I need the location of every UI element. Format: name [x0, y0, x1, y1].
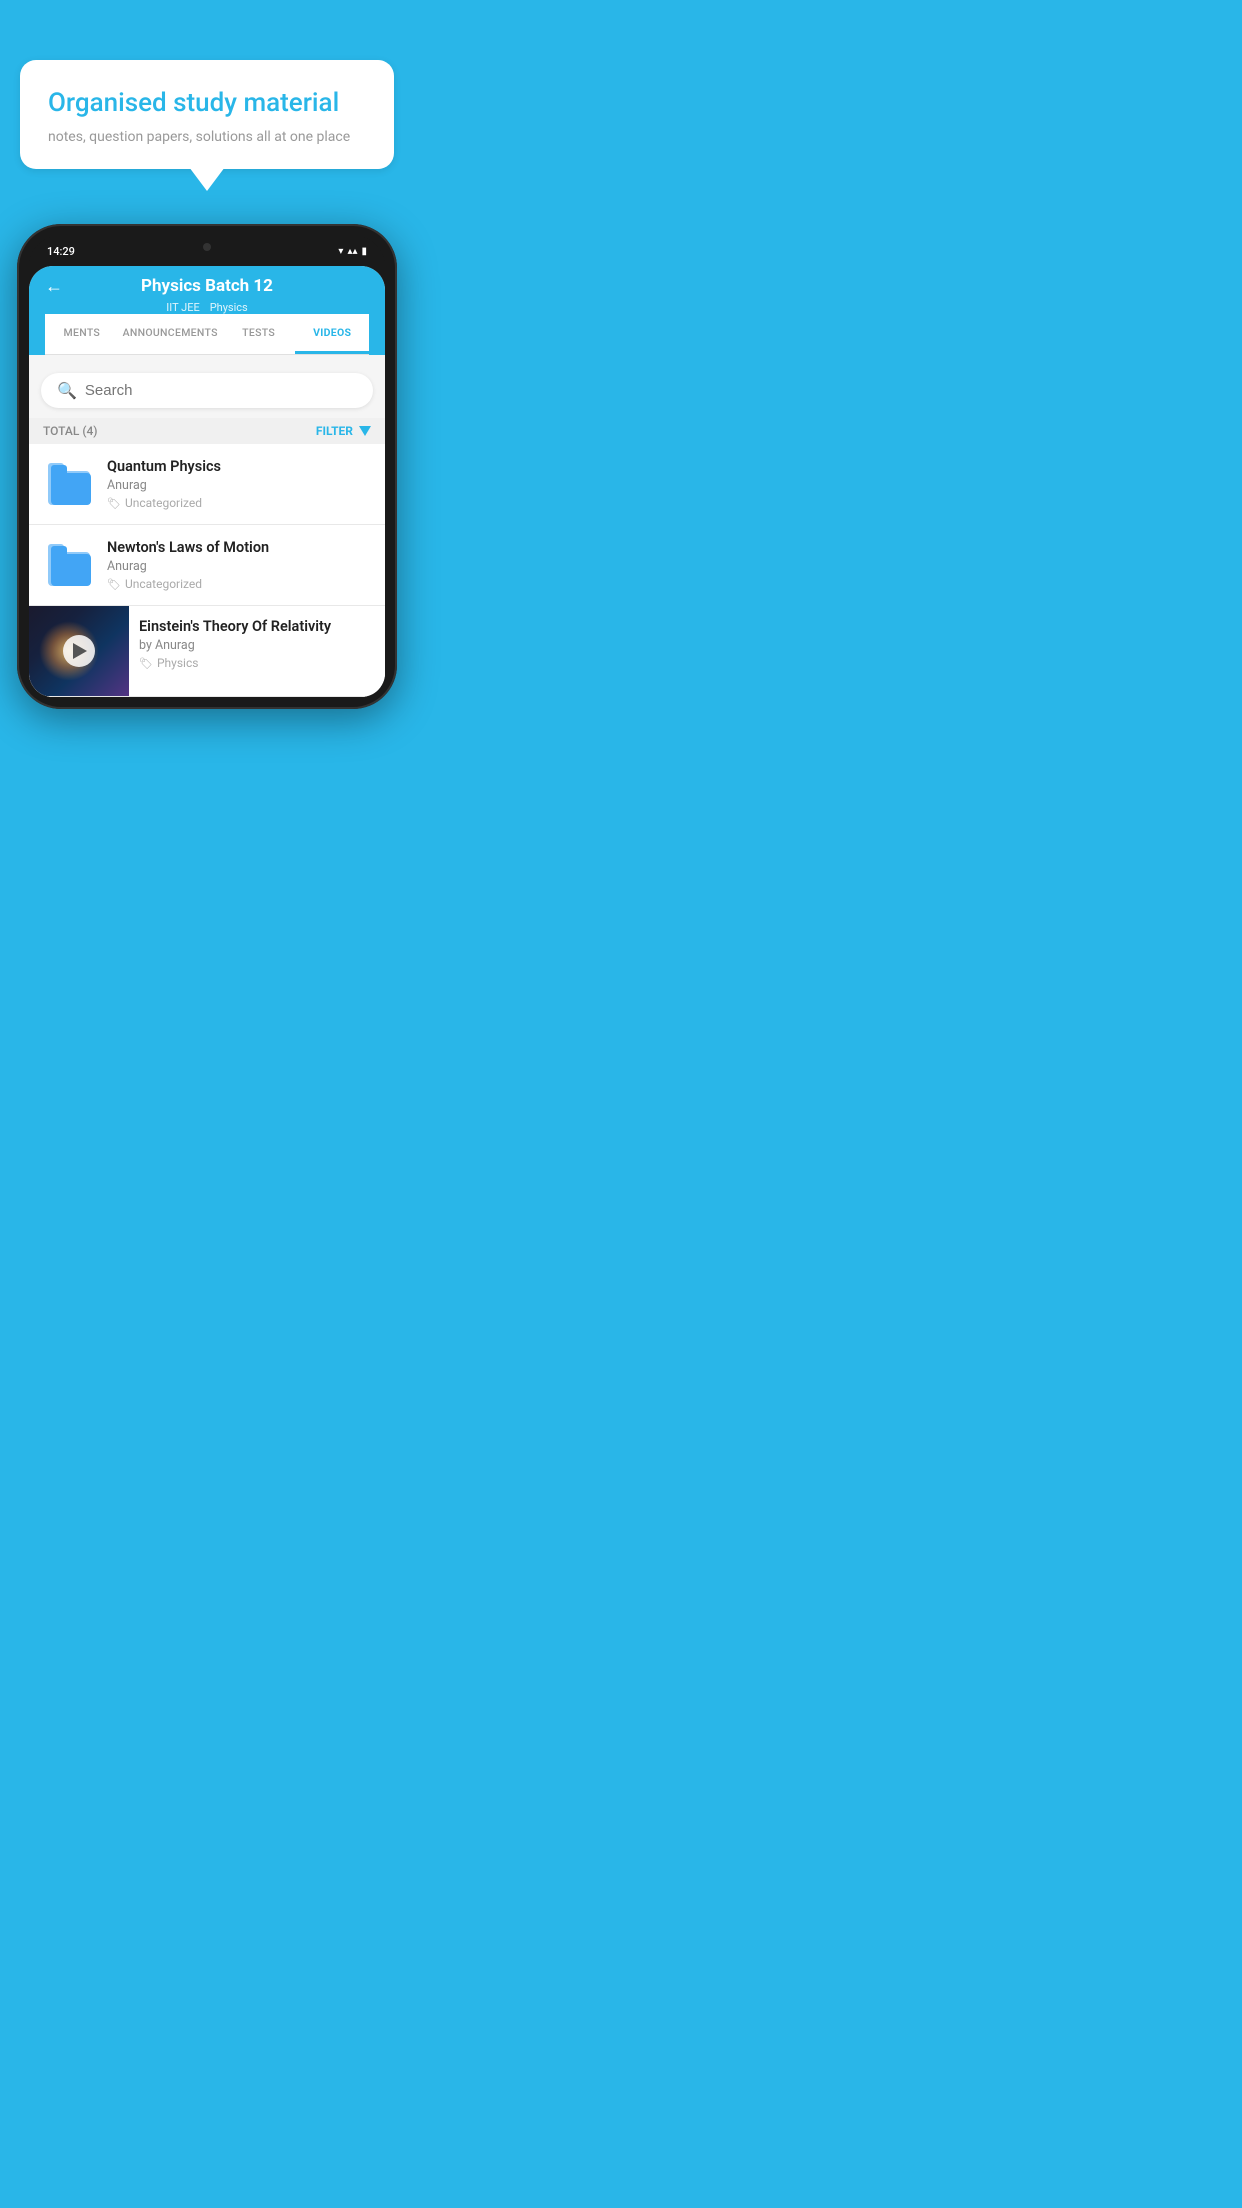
filter-row: TOTAL (4) FILTER — [29, 418, 385, 444]
tag-text: Uncategorized — [125, 577, 202, 591]
folder-icon-container — [43, 458, 95, 510]
status-bar: 14:29 ▾ ▴▴ ▮ — [29, 236, 385, 266]
video-tag: 🏷 Uncategorized — [107, 496, 371, 510]
video-tag: 🏷 Physics — [139, 656, 375, 670]
list-item[interactable]: Newton's Laws of Motion Anurag 🏷 Uncateg… — [29, 525, 385, 606]
app-header: ← Physics Batch 12 IIT JEE Physics MENTS… — [29, 266, 385, 355]
folder-front — [51, 554, 91, 586]
play-button[interactable] — [63, 635, 95, 667]
subtitle-physics: Physics — [210, 301, 248, 314]
tag-text: Uncategorized — [125, 496, 202, 510]
tag-icon: 🏷 — [139, 657, 153, 670]
video-title: Einstein's Theory Of Relativity — [139, 618, 375, 635]
tab-tests[interactable]: TESTS — [222, 314, 296, 354]
filter-funnel-icon — [359, 426, 371, 436]
phone-screen: ← Physics Batch 12 IIT JEE Physics MENTS… — [29, 266, 385, 697]
video-thumbnail — [29, 606, 129, 696]
search-input[interactable] — [85, 382, 357, 399]
total-label: TOTAL (4) — [43, 424, 97, 438]
back-button[interactable]: ← — [45, 276, 63, 297]
signal-icon: ▴▴ — [347, 246, 357, 257]
status-icons: ▾ ▴▴ ▮ — [338, 246, 367, 257]
play-icon — [73, 643, 87, 659]
video-title: Newton's Laws of Motion — [107, 539, 371, 556]
status-time: 14:29 — [47, 245, 75, 258]
tag-icon: 🏷 — [107, 497, 121, 510]
bubble-title: Organised study material — [48, 88, 366, 119]
speech-bubble: Organised study material notes, question… — [20, 60, 394, 169]
header-subtitle: IIT JEE Physics — [45, 301, 369, 314]
video-list: Quantum Physics Anurag 🏷 Uncategorized — [29, 444, 385, 697]
video-info: Newton's Laws of Motion Anurag 🏷 Uncateg… — [107, 539, 371, 591]
video-author: Anurag — [107, 559, 371, 574]
folder-icon — [46, 544, 92, 586]
camera-dot — [203, 243, 211, 251]
phone-outer: 14:29 ▾ ▴▴ ▮ ← Physics Batch 12 IIT JEE … — [17, 224, 397, 709]
list-item[interactable]: Einstein's Theory Of Relativity by Anura… — [29, 606, 385, 697]
filter-button[interactable]: FILTER — [316, 424, 371, 438]
folder-icon-container — [43, 539, 95, 591]
tabs-bar: MENTS ANNOUNCEMENTS TESTS VIDEOS — [45, 314, 369, 355]
tab-ments[interactable]: MENTS — [45, 314, 119, 354]
filter-label: FILTER — [316, 424, 353, 438]
notch — [167, 236, 247, 258]
video-info: Quantum Physics Anurag 🏷 Uncategorized — [107, 458, 371, 510]
folder-front — [51, 473, 91, 505]
tag-text: Physics — [157, 656, 198, 670]
video-title: Quantum Physics — [107, 458, 371, 475]
tag-icon: 🏷 — [107, 578, 121, 591]
video-author: Anurag — [107, 478, 371, 493]
video-tag: 🏷 Uncategorized — [107, 577, 371, 591]
search-icon: 🔍 — [57, 381, 77, 400]
subtitle-iitjee: IIT JEE — [166, 301, 199, 314]
video-author: by Anurag — [139, 638, 375, 653]
wifi-icon: ▾ — [338, 246, 343, 257]
tab-announcements[interactable]: ANNOUNCEMENTS — [119, 314, 222, 354]
tab-videos[interactable]: VIDEOS — [295, 314, 369, 354]
search-bar[interactable]: 🔍 — [41, 373, 373, 408]
bubble-subtitle: notes, question papers, solutions all at… — [48, 129, 366, 145]
speech-bubble-area: Organised study material notes, question… — [0, 40, 414, 169]
folder-icon — [46, 463, 92, 505]
list-item[interactable]: Quantum Physics Anurag 🏷 Uncategorized — [29, 444, 385, 525]
video-info: Einstein's Theory Of Relativity by Anura… — [129, 606, 385, 682]
header-top: ← Physics Batch 12 — [45, 276, 369, 300]
header-title: Physics Batch 12 — [141, 276, 273, 296]
phone-mockup: 14:29 ▾ ▴▴ ▮ ← Physics Batch 12 IIT JEE … — [17, 224, 397, 709]
battery-icon: ▮ — [361, 246, 367, 257]
